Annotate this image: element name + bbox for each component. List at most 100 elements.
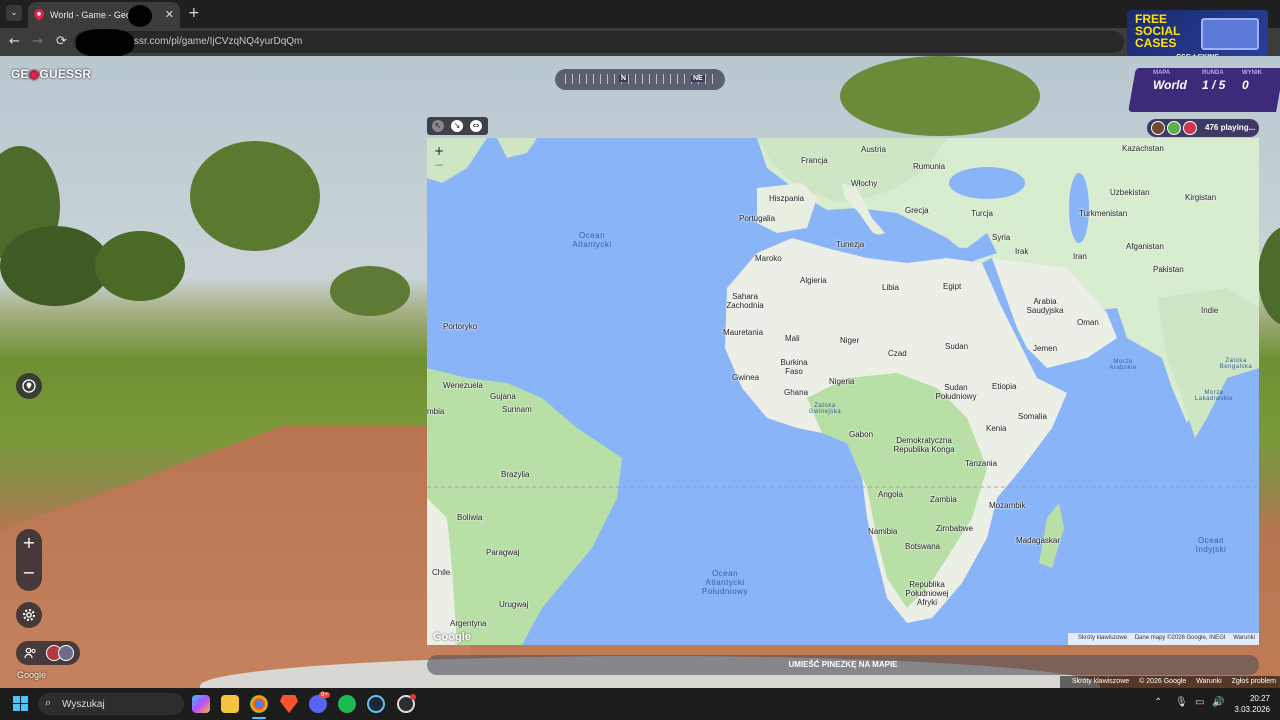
map-label-country: Argentyna bbox=[450, 619, 487, 628]
map-label-country: Turcja bbox=[971, 209, 993, 218]
zoom-out-button[interactable]: − bbox=[16, 563, 42, 582]
map-label-country: Irak bbox=[1015, 247, 1029, 256]
ad-case-image bbox=[1201, 18, 1259, 50]
network-icon[interactable]: ▭ bbox=[1195, 697, 1204, 708]
search-placeholder: Wyszukaj bbox=[62, 699, 105, 710]
taskbar-search[interactable]: ⌕ Wyszukaj bbox=[38, 693, 184, 715]
map-size-controls: ↖ ↘ ⇔ bbox=[427, 117, 488, 135]
place-pin-button[interactable]: UMIEŚĆ PINEZKĘ NA MAPIE bbox=[427, 655, 1259, 675]
gear-icon bbox=[23, 609, 35, 621]
map-label-country: Iran bbox=[1073, 252, 1087, 261]
terms-link[interactable]: Warunki bbox=[1233, 635, 1255, 641]
location-pin-icon bbox=[22, 379, 36, 393]
omnibox[interactable]: ssr.com/pl/game/IjCVzqNQ4yurDqQm bbox=[74, 29, 1124, 57]
map-label-country: Egipt bbox=[943, 282, 962, 291]
map-label-country: Austria bbox=[861, 145, 886, 154]
discord-notification-badge: 9+ bbox=[319, 692, 330, 698]
map-label-country: Turkmenistan bbox=[1079, 209, 1128, 218]
map-label-country: Zimbabwe bbox=[936, 524, 973, 533]
speaker-icon[interactable]: 🔊 bbox=[1212, 697, 1224, 708]
settings-button[interactable] bbox=[16, 602, 42, 628]
map-label-country: Tunezja bbox=[836, 240, 865, 249]
enlarge-map-icon[interactable]: ↘ bbox=[451, 120, 463, 132]
map-label-country: Pakistan bbox=[1153, 265, 1184, 274]
map-label-country: Afganistan bbox=[1126, 242, 1164, 251]
google-map-logo: Google bbox=[433, 631, 471, 643]
map-label-country: Gujana bbox=[490, 392, 516, 401]
map-label-country: Mozambik bbox=[989, 501, 1026, 510]
avatar bbox=[1151, 121, 1165, 135]
map-label-country: Uzbekistan bbox=[1110, 188, 1150, 197]
map-zoom-out-button[interactable]: − bbox=[433, 158, 445, 172]
map-label-country: Hiszpania bbox=[769, 194, 805, 203]
zoom-in-button[interactable]: + bbox=[16, 533, 42, 552]
tab-search-button[interactable]: ⌄ bbox=[6, 5, 22, 21]
party-button[interactable] bbox=[16, 641, 80, 665]
players-online-badge[interactable]: 476 playing... bbox=[1147, 119, 1259, 137]
map-label-country: Mali bbox=[785, 334, 800, 343]
score-round: RUNDA 1 / 5 bbox=[1202, 70, 1226, 92]
return-to-start-button[interactable] bbox=[16, 373, 42, 399]
map-label-country: Arabia Saudyjska bbox=[1026, 297, 1064, 315]
chrome-icon[interactable] bbox=[250, 695, 268, 713]
compass: N NE bbox=[555, 69, 725, 90]
geoguessr-logo[interactable]: GE◉GUESSR bbox=[11, 67, 91, 81]
map-label-country: Etiopia bbox=[992, 382, 1017, 391]
map-label-country: Mauretania bbox=[723, 328, 764, 337]
windows-taskbar: ⌕ Wyszukaj 9+ ⌃ 🎙 ▭ 🔊 20:27 3.03.2026 bbox=[0, 688, 1280, 720]
report-problem-link[interactable]: Zgłoś problem bbox=[1232, 678, 1276, 685]
map-label-country: Francja bbox=[801, 156, 828, 165]
map-label-country: Ghana bbox=[784, 388, 809, 397]
map-label-country: Burkina Faso bbox=[780, 358, 808, 376]
street-view-panorama[interactable]: GE◉GUESSR N NE MAPA World RUNDA 1 / 5 WY… bbox=[0, 56, 1280, 688]
steam-icon[interactable] bbox=[367, 695, 385, 713]
map-label-country: Nigeria bbox=[829, 377, 855, 386]
guess-map[interactable]: + − Kazachstan Austria Francja Rumunia U… bbox=[427, 138, 1259, 645]
map-label-country: Zambia bbox=[930, 495, 957, 504]
google-watermark: Google bbox=[17, 670, 47, 680]
map-pin-favicon-icon bbox=[34, 9, 44, 21]
map-label-country: Czad bbox=[888, 349, 907, 358]
spotify-icon[interactable] bbox=[338, 695, 356, 713]
copilot-icon[interactable] bbox=[192, 695, 210, 713]
pin-map-icon[interactable]: ⇔ bbox=[470, 120, 482, 132]
players-count: 476 playing... bbox=[1205, 123, 1256, 132]
system-clock[interactable]: 20:27 3.03.2026 bbox=[1234, 693, 1270, 715]
map-label-country: Oman bbox=[1077, 318, 1099, 327]
map-label-country: Demokratyczna Republika Konga bbox=[893, 436, 955, 454]
map-label-country: Jemen bbox=[1033, 344, 1058, 353]
tab-close-icon[interactable]: ✕ bbox=[165, 8, 174, 21]
map-label-country: Brazylia bbox=[501, 470, 530, 479]
terms-link[interactable]: Warunki bbox=[1196, 678, 1221, 685]
chevron-up-icon[interactable]: ⌃ bbox=[1154, 697, 1162, 708]
back-icon[interactable]: ← bbox=[9, 34, 20, 49]
people-icon bbox=[24, 647, 36, 659]
brave-icon[interactable] bbox=[280, 695, 298, 713]
avatar bbox=[1183, 121, 1197, 135]
reload-icon[interactable]: ⟳ bbox=[56, 34, 67, 49]
map-label-country: Rumunia bbox=[913, 162, 946, 171]
forward-icon[interactable]: → bbox=[32, 34, 43, 49]
map-label-country: Gwinea bbox=[732, 373, 760, 382]
map-label-country: Angola bbox=[878, 490, 903, 499]
map-label-ocean: Morze Arabskie bbox=[1109, 359, 1137, 371]
shrink-map-icon[interactable]: ↖ bbox=[432, 120, 444, 132]
copyright-text: © 2026 Google bbox=[1139, 678, 1187, 685]
avatar bbox=[58, 645, 74, 661]
notification-dot bbox=[410, 694, 416, 700]
microphone-icon[interactable]: 🎙 bbox=[1175, 697, 1188, 708]
tab-geoguessr[interactable]: World - Game - GeoGu ✕ bbox=[28, 2, 180, 28]
new-tab-button[interactable]: + bbox=[188, 5, 200, 21]
map-zoom-in-button[interactable]: + bbox=[433, 144, 445, 158]
windows-start-icon[interactable] bbox=[13, 696, 29, 712]
keyboard-shortcuts-link[interactable]: Skróty klawiszowe bbox=[1072, 678, 1129, 685]
keyboard-shortcuts-link[interactable]: Skróty klawiszowe bbox=[1078, 635, 1127, 641]
tree bbox=[330, 266, 410, 316]
map-label-country: Madagaskar bbox=[1016, 536, 1061, 545]
file-explorer-icon[interactable] bbox=[221, 695, 239, 713]
url-text[interactable]: ssr.com/pl/game/IjCVzqNQ4yurDqQm bbox=[134, 36, 302, 47]
redaction-mark bbox=[128, 5, 152, 27]
map-label-country: Grecja bbox=[905, 206, 929, 215]
map-label-ocean: Morze Lakadiwskie bbox=[1194, 390, 1234, 402]
map-label-country: Włochy bbox=[851, 179, 878, 188]
